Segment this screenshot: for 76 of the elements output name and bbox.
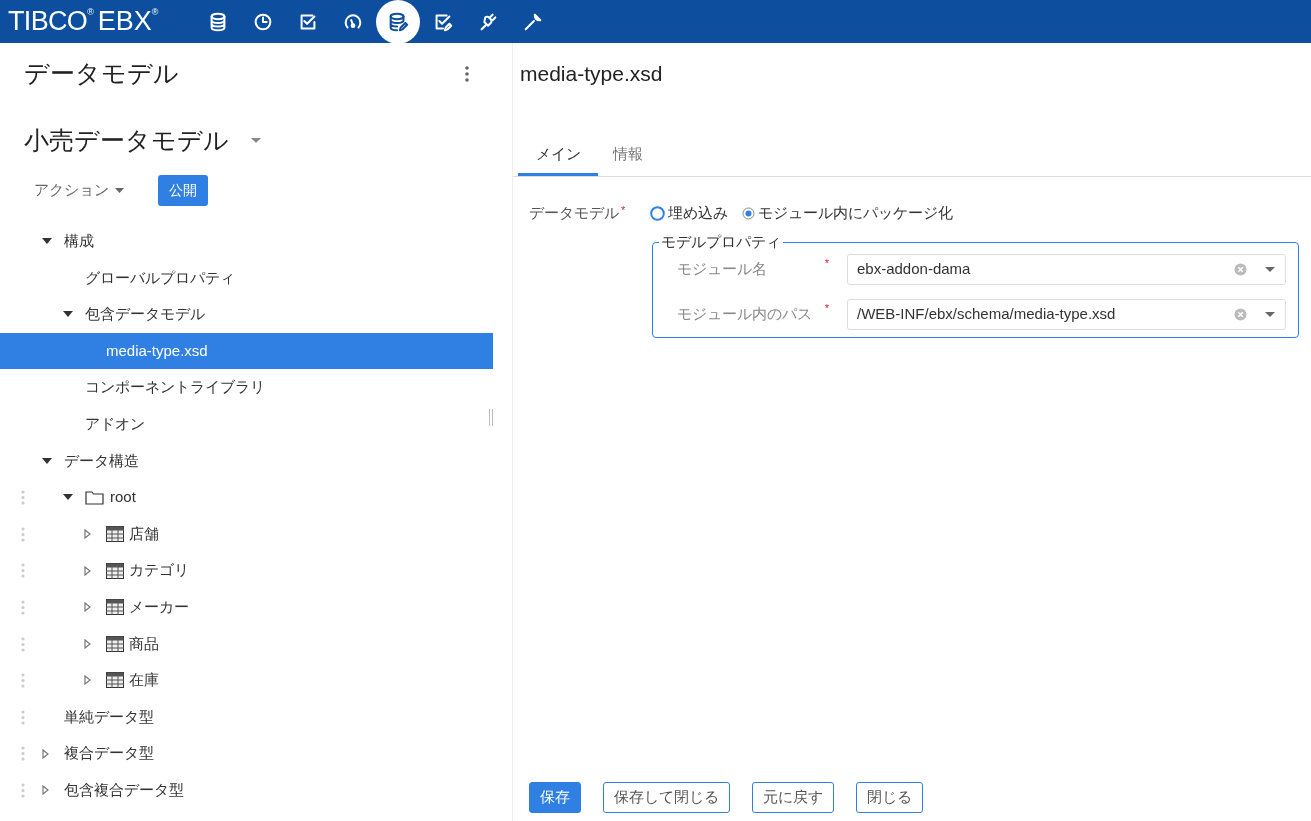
tree-item[interactable]: アドオン: [85, 413, 145, 436]
tab[interactable]: メイン: [518, 135, 598, 176]
field-label: データモデル: [529, 202, 619, 223]
drag-handle-icon[interactable]: [21, 636, 25, 652]
drag-handle-icon[interactable]: [21, 782, 25, 798]
caret-icon[interactable]: [251, 138, 261, 144]
tree-item[interactable]: グローバルプロパティ: [85, 266, 235, 290]
tab[interactable]: 情報: [598, 135, 658, 176]
registered-mark: ®: [151, 8, 159, 17]
table-icon: [106, 599, 124, 616]
product-name: EBX: [97, 8, 152, 35]
collapsed-arrow-icon[interactable]: [84, 565, 91, 576]
collapsed-arrow-icon[interactable]: [84, 529, 91, 540]
logo-text: TIBCO: [8, 8, 88, 35]
tree-item[interactable]: 在庫: [129, 669, 159, 692]
radio-label[interactable]: 埋め込み: [668, 201, 729, 225]
required-mark: *: [824, 258, 829, 272]
required-mark: *: [824, 303, 829, 317]
tree-item[interactable]: 包含複合データ型: [64, 778, 184, 802]
collapsed-arrow-icon[interactable]: [84, 638, 91, 649]
table-icon: [106, 635, 124, 652]
table-icon: [106, 526, 124, 543]
table-icon: [106, 562, 124, 579]
action-button[interactable]: 保存: [529, 781, 581, 813]
table-icon: [106, 672, 124, 689]
tree-item[interactable]: 商品: [129, 632, 159, 656]
field-label: モジュール名: [677, 259, 767, 280]
tree-item[interactable]: コンポーネントライブラリ: [85, 376, 265, 399]
drag-handle-icon[interactable]: [21, 746, 25, 762]
action-button[interactable]: 元に戻す: [752, 781, 834, 813]
tree-item[interactable]: データ構造: [64, 449, 139, 473]
tree-item[interactable]: 包含データモデル: [85, 303, 205, 326]
action-button[interactable]: 保存して閉じる: [603, 781, 730, 813]
radio-button[interactable]: [650, 205, 666, 221]
sidebar-title: データモデル: [24, 58, 179, 90]
combo-field[interactable]: ebx-addon-dama: [847, 254, 1286, 285]
required-mark: *: [621, 203, 626, 218]
expanded-arrow-icon[interactable]: [63, 311, 73, 318]
tree-item[interactable]: root: [110, 486, 136, 509]
collapsed-arrow-icon[interactable]: [84, 675, 91, 686]
collapsed-arrow-icon[interactable]: [42, 748, 49, 759]
expanded-arrow-icon[interactable]: [63, 494, 73, 501]
folder-icon: [85, 489, 104, 505]
caret-icon: [115, 188, 124, 193]
tree-item[interactable]: 構成: [64, 230, 94, 253]
radio-button[interactable]: [742, 206, 756, 220]
drag-handle-icon[interactable]: [21, 563, 25, 579]
nav-database-edit-icon[interactable]: [376, 0, 420, 44]
caret-icon[interactable]: [1265, 267, 1275, 272]
combo-field[interactable]: /WEB-INF/ebx/schema/media-type.xsd: [847, 299, 1286, 330]
action-button[interactable]: 閉じる: [856, 781, 923, 813]
tree-item[interactable]: メーカー: [129, 596, 189, 619]
page-title: media-type.xsd: [520, 61, 663, 88]
expanded-arrow-icon[interactable]: [42, 238, 52, 245]
actions-menu[interactable]: アクション: [34, 179, 124, 202]
registered-mark: ®: [87, 8, 94, 17]
field-label: モジュール内のパス: [677, 304, 812, 325]
expanded-arrow-icon[interactable]: [42, 457, 52, 464]
collapsed-arrow-icon[interactable]: [84, 602, 91, 613]
tree-item-label: media-type.xsd: [106, 340, 208, 361]
caret-icon[interactable]: [1265, 312, 1275, 317]
tree-item[interactable]: 店舗: [129, 522, 159, 546]
more-icon[interactable]: [465, 66, 469, 82]
drag-handle-icon[interactable]: [21, 599, 25, 615]
tree-item[interactable]: 複合データ型: [64, 742, 154, 765]
tree-item[interactable]: カテゴリ: [129, 559, 189, 582]
tree-item[interactable]: 単純データ型: [64, 705, 154, 729]
model-name: 小売データモデル: [24, 125, 229, 157]
drag-handle-icon[interactable]: [21, 673, 25, 689]
selected-tree-row[interactable]: media-type.xsd: [0, 332, 493, 370]
publish-button[interactable]: 公開: [158, 175, 208, 206]
drag-handle-icon[interactable]: [21, 490, 25, 506]
drag-handle-icon[interactable]: [21, 526, 25, 542]
radio-label[interactable]: モジュール内にパッケージ化: [758, 201, 954, 225]
collapsed-arrow-icon[interactable]: [42, 785, 49, 796]
drag-handle-icon[interactable]: [21, 709, 25, 725]
